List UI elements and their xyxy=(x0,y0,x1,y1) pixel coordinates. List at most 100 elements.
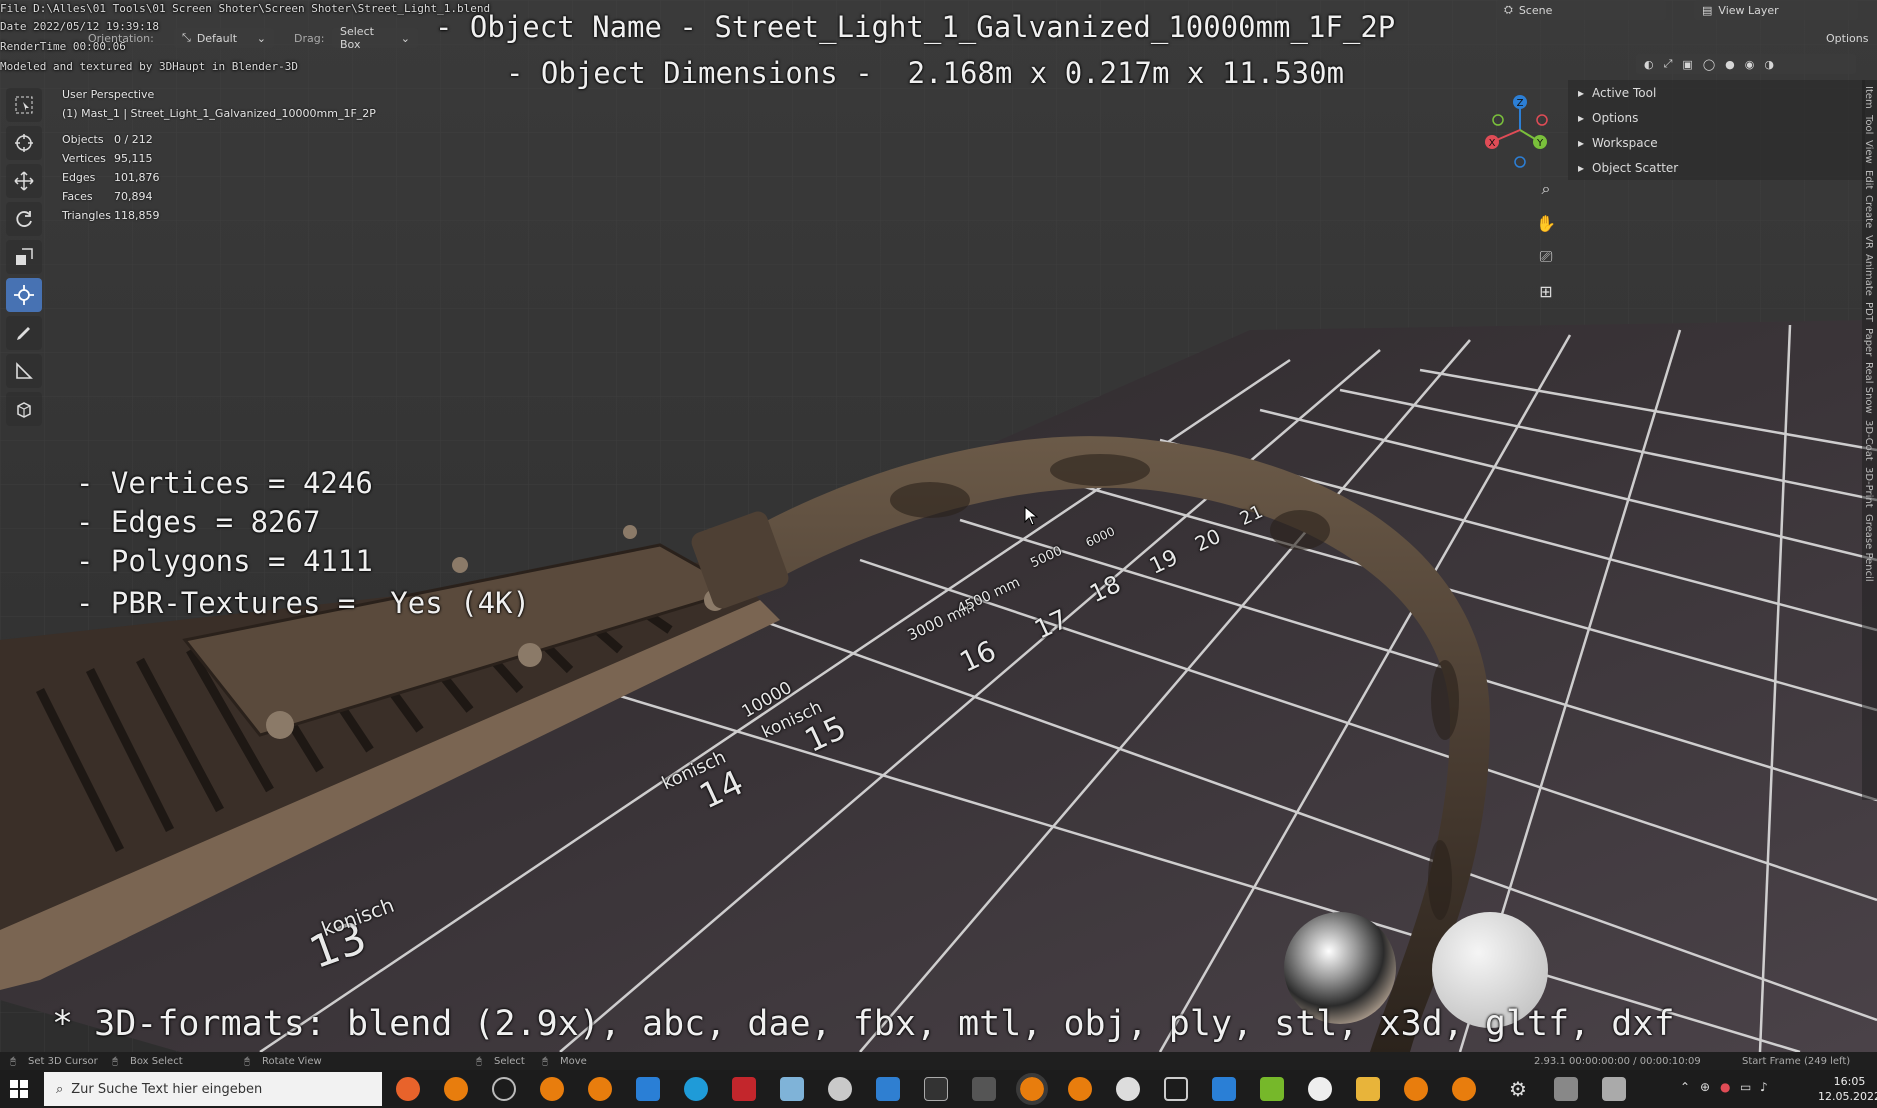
drag-dropdown[interactable]: Select Box ⌄ xyxy=(332,25,418,51)
tray-battery-icon[interactable]: ▭ xyxy=(1740,1080,1751,1094)
wireframe-shading-icon[interactable]: ◯ xyxy=(1703,58,1715,71)
options-button[interactable]: Options xyxy=(1818,28,1876,48)
orientation-dropdown[interactable]: ⤡ Default ⌄ xyxy=(174,28,274,48)
shading-toolbar[interactable]: ◐ ⤢ ▣ ◯ ● ◉ ◑ xyxy=(1636,54,1856,74)
folder-icon[interactable] xyxy=(1356,1077,1380,1101)
tab-tool[interactable]: Tool xyxy=(1863,115,1874,134)
gear-icon[interactable]: ⚙ xyxy=(1506,1077,1530,1101)
windows-taskbar: ⌕ Zur Suche Text hier eingeben ⚙ ⌃ ⊕ ● ▭ xyxy=(0,1070,1877,1108)
blender-icon[interactable] xyxy=(1068,1077,1092,1101)
credits: Modeled and textured by 3DHaupt in Blend… xyxy=(0,60,299,73)
stats-value: 70,894 xyxy=(114,190,153,203)
annotate-tool[interactable] xyxy=(6,316,42,350)
disclosure-triangle-icon: ▸ xyxy=(1578,85,1585,100)
blender-icon[interactable] xyxy=(1016,1073,1048,1105)
tray-chevron-up-icon[interactable]: ⌃ xyxy=(1680,1080,1690,1094)
taskbar-search[interactable]: ⌕ Zur Suche Text hier eingeben xyxy=(44,1072,382,1106)
nvidia-icon[interactable] xyxy=(1260,1077,1284,1101)
rendered-shading-icon[interactable]: ◑ xyxy=(1764,58,1774,71)
tray-app-icon[interactable]: ● xyxy=(1720,1080,1730,1094)
stats-value: 101,876 xyxy=(114,171,160,184)
stats-row: Vertices 95,115 xyxy=(62,149,160,168)
measure-tool[interactable] xyxy=(6,354,42,388)
axis-gizmo[interactable]: Z Y X xyxy=(1478,88,1562,172)
tab-real-snow[interactable]: Real Snow xyxy=(1863,362,1874,414)
panel-active-tool[interactable]: ▸ Active Tool xyxy=(1568,80,1865,105)
tray-network-icon[interactable]: ⊕ xyxy=(1700,1080,1710,1094)
view-layer-selector[interactable]: ▤ View Layer xyxy=(1694,0,1858,20)
tab-item[interactable]: Item xyxy=(1863,86,1874,109)
app-icon[interactable] xyxy=(972,1077,996,1101)
panel-label: Workspace xyxy=(1592,135,1658,150)
edge-icon[interactable] xyxy=(684,1077,708,1101)
mouse-right-icon: 🖰 xyxy=(244,1055,250,1067)
tab-3d-coat[interactable]: 3D-Coat xyxy=(1863,420,1874,461)
panel-object-scatter[interactable]: ▸ Object Scatter xyxy=(1568,155,1865,180)
select-box-tool[interactable] xyxy=(6,88,42,122)
chevron-down-icon: ⌄ xyxy=(400,31,410,45)
stats-key: Triangles xyxy=(62,209,111,222)
tab-create[interactable]: Create xyxy=(1863,195,1874,228)
axis-icon: ⤡ xyxy=(182,31,191,44)
app-icon[interactable] xyxy=(1554,1077,1578,1101)
material-shading-icon[interactable]: ◉ xyxy=(1745,58,1755,71)
stats-row: Edges 101,876 xyxy=(62,168,160,187)
stats-key: Vertices xyxy=(62,152,106,165)
formats-label: * 3D-formats: blend (2.9x), abc, dae, fb… xyxy=(52,1004,1675,1044)
mail-icon[interactable] xyxy=(636,1077,660,1101)
tab-paper[interactable]: Paper xyxy=(1863,328,1874,356)
transform-tool[interactable] xyxy=(6,278,42,312)
app-icon[interactable] xyxy=(1602,1077,1626,1101)
blender-icon[interactable] xyxy=(588,1077,612,1101)
taskbar-clock[interactable]: 16:05 12.05.2022 xyxy=(1818,1074,1877,1104)
windows-start-icon[interactable] xyxy=(10,1080,28,1098)
app-icon[interactable] xyxy=(732,1077,756,1101)
tab-3d-print[interactable]: 3D-Print xyxy=(1863,467,1874,508)
move-tool[interactable] xyxy=(6,164,42,198)
tab-pdt[interactable]: PDT xyxy=(1863,302,1874,322)
terminal-icon[interactable] xyxy=(924,1077,948,1101)
gizmo-icon[interactable]: ⤢ xyxy=(1664,57,1673,71)
tab-edit[interactable]: Edit xyxy=(1863,170,1874,189)
panel-options[interactable]: ▸ Options xyxy=(1568,105,1865,130)
calendar-icon[interactable] xyxy=(1212,1077,1236,1101)
app-icon[interactable] xyxy=(1116,1077,1140,1101)
panel-label: Active Tool xyxy=(1592,85,1657,100)
overlay-icon[interactable]: ◐ xyxy=(1644,58,1654,71)
drag-label: Drag: xyxy=(286,28,332,48)
app-icon[interactable] xyxy=(492,1077,516,1101)
stats-value: 95,115 xyxy=(114,152,153,165)
app-icon[interactable] xyxy=(876,1077,900,1101)
stats-key: Faces xyxy=(62,190,93,203)
app-icon[interactable] xyxy=(780,1077,804,1101)
cursor-tool[interactable] xyxy=(6,126,42,160)
solid-shading-icon[interactable]: ● xyxy=(1725,58,1735,71)
panel-workspace[interactable]: ▸ Workspace xyxy=(1568,130,1865,155)
firefox-icon[interactable] xyxy=(396,1077,420,1101)
xray-icon[interactable]: ▣ xyxy=(1682,58,1692,71)
3d-viewport[interactable]: 13 14 15 16 17 18 19 20 21 konisch konis… xyxy=(0,0,1877,1052)
rotate-tool[interactable] xyxy=(6,202,42,236)
blender-icon[interactable] xyxy=(444,1077,468,1101)
add-cube-tool[interactable] xyxy=(6,392,42,426)
zoom-icon[interactable]: ⌕ xyxy=(1530,176,1562,202)
tab-view[interactable]: View xyxy=(1863,140,1874,164)
grid-view-icon[interactable]: ⊞ xyxy=(1530,278,1562,304)
tab-vr[interactable]: VR xyxy=(1863,235,1874,249)
blender-icon[interactable] xyxy=(1452,1077,1476,1101)
scene-selector[interactable]: ⛭ Scene xyxy=(1496,0,1666,20)
tab-animate[interactable]: Animate xyxy=(1863,254,1874,296)
stats-row: Triangles 118,859 xyxy=(62,206,160,225)
tray-speaker-icon[interactable]: ♪ xyxy=(1760,1080,1768,1094)
pan-hand-icon[interactable]: ✋ xyxy=(1530,210,1562,236)
app-icon[interactable] xyxy=(1308,1077,1332,1101)
blender-icon[interactable] xyxy=(540,1077,564,1101)
camera-icon[interactable]: ⎚ xyxy=(1530,244,1562,270)
scale-tool[interactable] xyxy=(6,240,42,274)
app-icon[interactable] xyxy=(828,1077,852,1101)
mouse-middle-icon: 🖰 xyxy=(542,1055,548,1067)
blender-icon[interactable] xyxy=(1404,1077,1428,1101)
tab-grease-pencil[interactable]: Grease Pencil xyxy=(1863,514,1874,582)
cube-icon[interactable] xyxy=(1164,1077,1188,1101)
search-icon: ⌕ xyxy=(56,1081,64,1097)
